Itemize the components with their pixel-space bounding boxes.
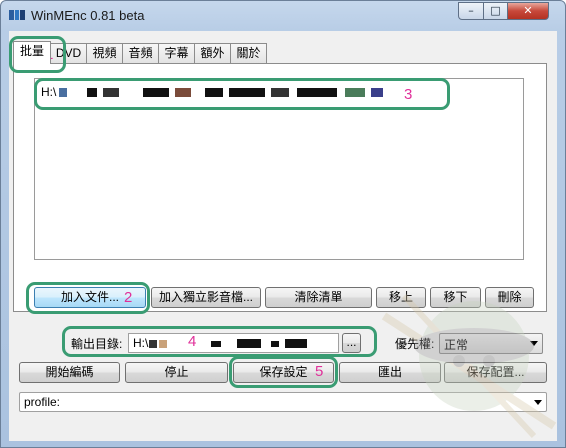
- tab-dvd[interactable]: DVD: [50, 43, 87, 63]
- app-icon: [9, 10, 25, 20]
- output-dir-label: 輸出目錄:: [71, 337, 123, 351]
- client-area: 批量 DVD 視頻 音頻 字幕 額外 關於 H:\ 加入文件... 加入獨立影音…: [9, 31, 557, 441]
- redacted-block: [143, 88, 169, 97]
- file-list[interactable]: H:\: [34, 78, 524, 260]
- file-list-item[interactable]: H:\: [41, 85, 56, 99]
- redacted-block: [87, 88, 97, 97]
- output-dir-value: H:\: [133, 336, 149, 350]
- batch-panel: H:\ 加入文件... 加入獨立影音檔... 清除清單 移上 移下 刪除: [13, 63, 547, 312]
- tab-audio[interactable]: 音頻: [122, 43, 159, 63]
- redacted-block: [159, 340, 167, 348]
- redacted-block: [149, 340, 157, 348]
- mascot-watermark: [381, 293, 557, 439]
- minimize-button[interactable]: –: [458, 2, 484, 20]
- main-window: WinMEnc 0.81 beta – □ ✕ 批量 DVD 視頻 音頻 字幕 …: [0, 0, 566, 448]
- tab-about[interactable]: 關於: [230, 43, 267, 63]
- redacted-block: [271, 341, 279, 347]
- tab-subtitle[interactable]: 字幕: [158, 43, 195, 63]
- tab-video[interactable]: 視頻: [86, 43, 123, 63]
- redacted-block: [103, 88, 119, 97]
- clear-list-button[interactable]: 清除清單: [265, 287, 372, 308]
- window-title: WinMEnc 0.81 beta: [31, 8, 145, 23]
- annotation-number-5: 5: [315, 363, 324, 380]
- tab-batch[interactable]: 批量: [13, 41, 51, 64]
- annotation-number-3: 3: [404, 86, 413, 103]
- maximize-button[interactable]: □: [483, 2, 508, 20]
- browse-button[interactable]: ...: [342, 333, 361, 353]
- redacted-block: [345, 88, 365, 97]
- redacted-block: [297, 88, 337, 97]
- tab-extra[interactable]: 額外: [194, 43, 231, 63]
- redacted-block: [59, 88, 67, 97]
- redacted-block: [211, 341, 221, 347]
- annotation-number-4: 4: [188, 333, 197, 350]
- annotation-number-2: 2: [124, 289, 133, 306]
- redacted-block: [205, 88, 223, 97]
- redacted-block: [175, 88, 191, 97]
- title-bar[interactable]: WinMEnc 0.81 beta – □ ✕: [1, 1, 565, 31]
- output-dir-field[interactable]: H:\: [128, 333, 339, 353]
- profile-selected: profile:: [24, 395, 61, 409]
- redacted-block: [371, 88, 383, 97]
- start-encode-button[interactable]: 開始編碼: [19, 362, 120, 383]
- redacted-block: [285, 339, 307, 348]
- redacted-block: [229, 88, 265, 97]
- stop-button[interactable]: 停止: [125, 362, 228, 383]
- add-separate-av-button[interactable]: 加入獨立影音檔...: [151, 287, 261, 308]
- redacted-block: [271, 88, 289, 97]
- close-button[interactable]: ✕: [507, 2, 549, 20]
- redacted-block: [237, 339, 261, 348]
